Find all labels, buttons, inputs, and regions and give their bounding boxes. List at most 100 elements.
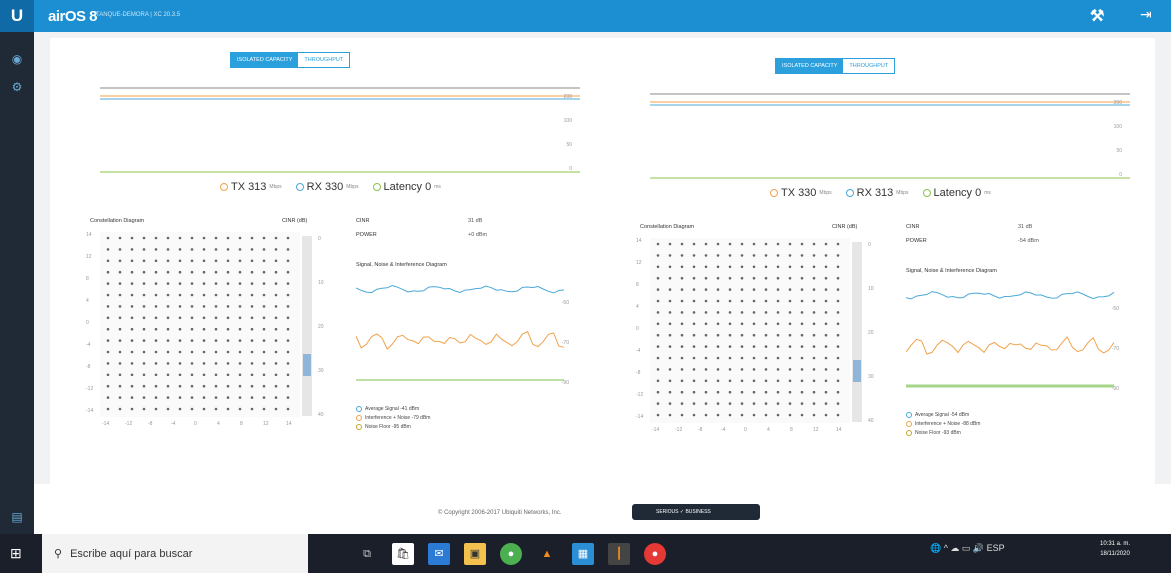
constellation-point [166, 407, 170, 411]
constellation-point [800, 413, 804, 417]
constellation-point [274, 362, 278, 365]
constellation-point [274, 396, 278, 399]
constellation-point [238, 293, 242, 297]
constellation-point [812, 356, 816, 360]
constellation-point [154, 407, 158, 411]
constellation-point [716, 242, 720, 246]
constellation-point [836, 242, 840, 246]
constellation-point [238, 384, 242, 388]
mail-icon[interactable]: ✉ [428, 543, 450, 565]
constellation-y-tick: 12 [636, 260, 642, 266]
rx-legend-item[interactable]: RX 313 Mbps [845, 187, 909, 199]
explorer-icon[interactable]: ▣ [464, 543, 486, 565]
logout-icon[interactable]: ⇥ [1140, 6, 1160, 26]
constellation-point [238, 248, 242, 251]
constellation-point [836, 379, 840, 383]
ubiquiti-logo[interactable]: U [0, 0, 34, 32]
store-icon[interactable]: 🛍 [392, 543, 414, 565]
constellation-point [728, 413, 732, 417]
language-indicator[interactable]: ESP [987, 543, 1005, 553]
constellation-point [202, 259, 206, 263]
constellation-point [656, 242, 660, 246]
constellation-point [776, 322, 780, 326]
constellation-point [776, 265, 780, 269]
stat-value: 31 dB [468, 218, 483, 224]
constellation-y-tick: -4 [86, 342, 91, 348]
tx-legend-item[interactable]: TX 313 Mbps [220, 181, 282, 193]
constellation-point [250, 396, 254, 399]
constellation-point [656, 333, 660, 337]
chrome-icon[interactable]: ● [500, 543, 522, 565]
constellation-point [728, 299, 732, 303]
constellation-point [836, 356, 840, 360]
constellation-point [130, 270, 134, 274]
constellation-point [740, 379, 744, 383]
legend-marker-icon [922, 189, 931, 197]
constellation-point [226, 327, 230, 331]
constellation-point [824, 402, 828, 405]
constellation-point [776, 402, 780, 405]
constellation-point [190, 293, 194, 297]
legend-label: Latency [933, 187, 973, 199]
legend-value: 0 [425, 181, 432, 193]
constellation-point [190, 384, 194, 388]
sni-legend-item[interactable]: Interference + Noise -88 dBm [906, 421, 980, 427]
windows-start-icon[interactable]: ⊞ [10, 545, 22, 562]
constellation-point [202, 362, 206, 365]
vlc-icon[interactable]: ▲ [536, 543, 558, 565]
cinr-scale-tick: 0 [318, 236, 321, 242]
app-icon[interactable]: ▦ [572, 543, 594, 565]
constellation-point [250, 282, 254, 285]
gear-icon[interactable]: ⚙ [7, 80, 27, 100]
log-icon[interactable]: ▤ [7, 510, 27, 530]
clock[interactable]: 10:31 a. m. 18/11/2020 [1100, 539, 1130, 559]
constellation-point [692, 390, 696, 394]
constellation-point [716, 356, 720, 360]
constellation-point [130, 350, 134, 354]
sni-legend-item[interactable]: Average Signal -41 dBm [356, 406, 419, 412]
constellation-point [740, 288, 744, 291]
latency-legend-item[interactable]: Latency 0 ms [922, 187, 991, 199]
sni-legend-item[interactable]: Average Signal -54 dBm [906, 412, 969, 418]
serious-business-badge[interactable]: SERIOUS ✓ BUSINESS [632, 504, 760, 520]
constellation-point [226, 384, 230, 388]
tab-throughput[interactable]: THROUGHPUT [843, 59, 895, 73]
chrome2-icon[interactable]: ● [644, 543, 666, 565]
tab-isolated-capacity[interactable]: ISOLATED CAPACITY [776, 59, 844, 73]
sni-axis-label: -70 [1112, 346, 1119, 352]
tx-legend-item[interactable]: TX 330 Mbps [770, 187, 832, 199]
constellation-point [214, 305, 218, 308]
constellation-point [214, 339, 218, 342]
constellation-point [788, 413, 792, 417]
sni-legend-item[interactable]: Noise Floor -93 dBm [906, 430, 961, 436]
constellation-point [812, 322, 816, 326]
constellation-point [274, 305, 278, 308]
antenna-tools-icon[interactable]: ⚒ [1090, 6, 1112, 26]
system-tray[interactable]: 🌐 ^ ☁ ▭ 🔊 ESP [930, 543, 1005, 554]
constellation-point [178, 248, 182, 251]
constellation-point [142, 384, 146, 388]
constellation-point [704, 299, 708, 303]
tab-throughput[interactable]: THROUGHPUT [298, 53, 350, 67]
rx-legend-item[interactable]: RX 330 Mbps [295, 181, 359, 193]
constellation-point [692, 356, 696, 360]
tab-isolated-capacity[interactable]: ISOLATED CAPACITY [231, 53, 299, 67]
sni-legend-item[interactable]: Noise Floor -95 dBm [356, 424, 411, 430]
latency-legend-item[interactable]: Latency 0 ms [372, 181, 441, 193]
app2-icon[interactable]: ┃ [608, 543, 630, 565]
constellation-y-tick: 14 [636, 238, 642, 244]
sni-legend-item[interactable]: Interference + Noise -79 dBm [356, 415, 430, 421]
stat-label: POWER [906, 238, 927, 244]
constellation-point [740, 333, 744, 337]
constellation-point [250, 339, 254, 342]
legend-label: RX [856, 187, 872, 199]
constellation-point [190, 327, 194, 331]
taskbar-search-input[interactable]: ⚲ Escribe aquí para buscar [42, 534, 308, 573]
constellation-point [226, 316, 230, 320]
gauge-icon[interactable]: ◉ [7, 52, 27, 72]
task-view-icon[interactable]: ⧉ [356, 543, 378, 565]
throughput-chart: 200 100 50 0 [100, 87, 580, 173]
throughput-axis-label: 100 [1114, 124, 1123, 130]
constellation-point [238, 407, 242, 411]
constellation-x-tick: 14 [286, 421, 292, 427]
